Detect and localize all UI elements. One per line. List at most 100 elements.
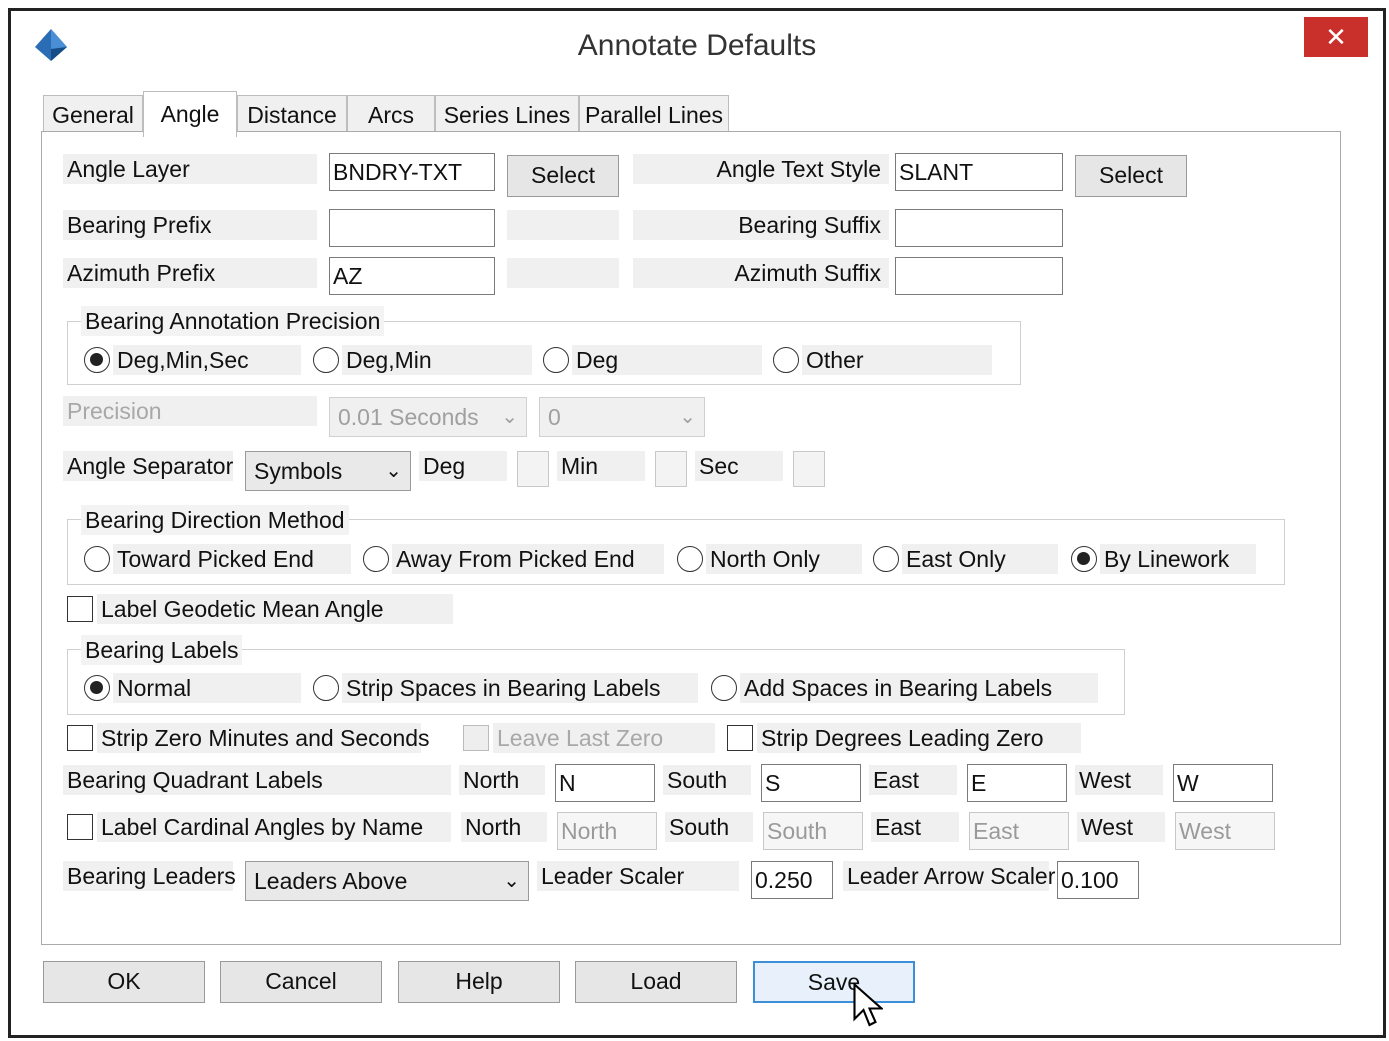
angle-separator-value: Symbols [254, 458, 343, 484]
radio-deg-min[interactable] [313, 347, 339, 373]
option-east-only: East Only [902, 544, 1058, 574]
option-north-only: North Only [706, 544, 862, 574]
angle-layer-select-button[interactable]: Select [507, 155, 619, 197]
quadrant-south-input[interactable]: S [761, 764, 861, 802]
quadrant-west-label: West [1075, 765, 1163, 795]
radio-deg[interactable] [543, 347, 569, 373]
chevron-down-icon: ⌄ [679, 406, 696, 428]
precision-group-title: Bearing Annotation Precision [81, 306, 385, 336]
quadrant-east-input[interactable]: E [967, 764, 1067, 802]
cardinal-east-input[interactable]: East [969, 812, 1069, 850]
radio-by-linework[interactable] [1071, 546, 1097, 572]
precision-label: Precision [63, 396, 317, 426]
angle-separator-select[interactable]: Symbols ⌄ [245, 451, 411, 491]
quadrant-west-input[interactable]: W [1173, 764, 1273, 802]
bearing-suffix-input[interactable] [895, 209, 1063, 247]
option-deg-min-sec: Deg,Min,Sec [113, 345, 301, 375]
option-normal: Normal [113, 673, 301, 703]
cardinal-south-input[interactable]: South [763, 812, 863, 850]
leader-scaler-input[interactable]: 0.250 [751, 861, 833, 899]
radio-away-from-picked-end[interactable] [363, 546, 389, 572]
deg-label: Deg [419, 451, 507, 481]
bearing-prefix-input[interactable] [329, 209, 495, 247]
radio-other[interactable] [773, 347, 799, 373]
geodetic-label: Label Geodetic Mean Angle [97, 594, 453, 624]
bearing-leaders-select[interactable]: Leaders Above ⌄ [245, 861, 529, 901]
direction-group-title: Bearing Direction Method [81, 505, 349, 535]
angle-text-style-input[interactable]: SLANT [895, 153, 1063, 191]
tab-general[interactable]: General [43, 95, 143, 133]
tab-arcs[interactable]: Arcs [347, 95, 435, 133]
strip-degrees-checkbox[interactable] [727, 725, 753, 751]
sec-label: Sec [695, 451, 783, 481]
radio-east-only[interactable] [873, 546, 899, 572]
cardinal-west-label: West [1077, 812, 1165, 842]
azimuth-prefix-input[interactable]: AZ [329, 257, 495, 295]
bearing-prefix-label: Bearing Prefix [63, 210, 317, 240]
quadrant-north-input[interactable]: N [555, 764, 655, 802]
mouse-cursor-icon [853, 983, 883, 1027]
radio-north-only[interactable] [677, 546, 703, 572]
cardinal-label: Label Cardinal Angles by Name [97, 812, 451, 842]
spacer [507, 258, 619, 288]
angle-layer-label: Angle Layer [63, 154, 317, 184]
min-separator-field[interactable] [655, 451, 687, 487]
precision-secondary-select[interactable]: 0 ⌄ [539, 397, 705, 437]
chevron-down-icon: ⌄ [501, 406, 518, 428]
quadrant-east-label: East [869, 765, 957, 795]
leave-last-zero-label: Leave Last Zero [493, 723, 715, 753]
tab-angle[interactable]: Angle [143, 91, 237, 137]
deg-separator-field[interactable] [517, 451, 549, 487]
close-button[interactable]: ✕ [1304, 17, 1368, 57]
save-button[interactable]: Save [753, 961, 915, 1003]
radio-strip-spaces[interactable] [313, 675, 339, 701]
angle-layer-input[interactable]: BNDRY-TXT [329, 153, 495, 191]
option-away-from-picked-end: Away From Picked End [392, 544, 664, 574]
bearing-leaders-value: Leaders Above [254, 868, 408, 894]
radio-add-spaces[interactable] [711, 675, 737, 701]
azimuth-suffix-label: Azimuth Suffix [633, 258, 889, 288]
load-button[interactable]: Load [575, 961, 737, 1003]
leave-last-zero-checkbox[interactable] [463, 725, 489, 751]
sec-separator-field[interactable] [793, 451, 825, 487]
option-add-spaces: Add Spaces in Bearing Labels [740, 673, 1098, 703]
precision-secondary-value: 0 [548, 404, 561, 430]
tab-parallel-lines[interactable]: Parallel Lines [579, 95, 729, 133]
cardinal-east-label: East [871, 812, 959, 842]
app-logo-icon [35, 29, 67, 61]
radio-toward-picked-end[interactable] [84, 546, 110, 572]
strip-zero-checkbox[interactable] [67, 725, 93, 751]
azimuth-suffix-input[interactable] [895, 257, 1063, 295]
leader-arrow-scaler-label: Leader Arrow Scaler [843, 861, 1055, 891]
chevron-down-icon: ⌄ [385, 460, 402, 482]
cardinal-west-input[interactable]: West [1175, 812, 1275, 850]
labels-group-title: Bearing Labels [81, 635, 243, 665]
ok-button[interactable]: OK [43, 961, 205, 1003]
radio-deg-min-sec[interactable] [84, 347, 110, 373]
option-deg: Deg [572, 345, 762, 375]
tab-distance[interactable]: Distance [237, 95, 347, 133]
cardinal-north-label: North [461, 812, 547, 842]
precision-select[interactable]: 0.01 Seconds ⌄ [329, 397, 527, 437]
bearing-leaders-label: Bearing Leaders [63, 861, 236, 891]
strip-zero-label: Strip Zero Minutes and Seconds [97, 723, 430, 753]
cancel-button[interactable]: Cancel [220, 961, 382, 1003]
option-strip-spaces: Strip Spaces in Bearing Labels [342, 673, 698, 703]
cardinal-checkbox[interactable] [67, 814, 93, 840]
leader-scaler-label: Leader Scaler [537, 861, 739, 891]
tab-series-lines[interactable]: Series Lines [435, 95, 579, 133]
chevron-down-icon: ⌄ [503, 870, 520, 892]
option-toward-picked-end: Toward Picked End [113, 544, 351, 574]
help-button[interactable]: Help [398, 961, 560, 1003]
min-label: Min [557, 451, 645, 481]
angle-text-style-select-button[interactable]: Select [1075, 155, 1187, 197]
geodetic-checkbox[interactable] [67, 596, 93, 622]
bearing-suffix-label: Bearing Suffix [633, 210, 889, 240]
radio-normal[interactable] [84, 675, 110, 701]
azimuth-prefix-label: Azimuth Prefix [63, 258, 317, 288]
cardinal-north-input[interactable]: North [557, 812, 657, 850]
dialog-window: Annotate Defaults ✕ General Angle Distan… [8, 8, 1386, 1038]
quadrant-north-label: North [459, 765, 545, 795]
leader-arrow-scaler-input[interactable]: 0.100 [1057, 861, 1139, 899]
dialog-title: Annotate Defaults [577, 29, 817, 62]
